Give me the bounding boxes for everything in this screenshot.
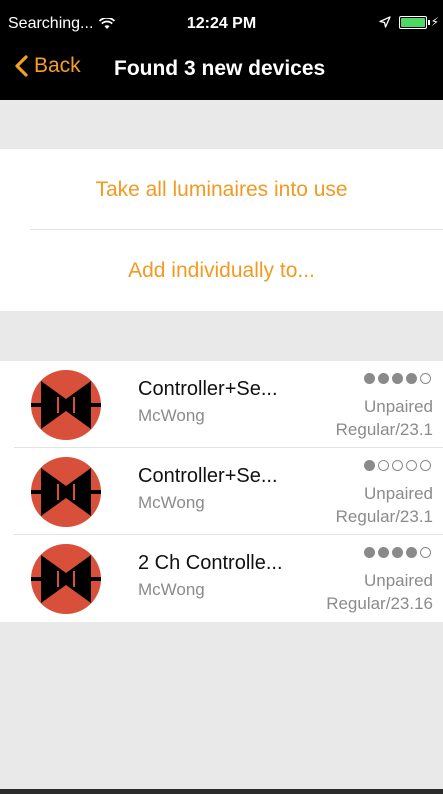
chevron-left-icon [15,55,28,77]
signal-dot-empty [420,460,431,471]
page-title: Found 3 new devices [114,57,326,80]
back-button[interactable]: Back [14,54,81,78]
empty-background [0,622,443,794]
signal-strength-indicator [364,373,431,384]
add-individually-button[interactable]: Add individually to... [0,230,443,311]
status-bar: Searching... 12:24 PM ⚡ [0,0,443,40]
signal-dot-filled [378,547,389,558]
back-label: Back [34,54,81,77]
signal-dot-filled [364,547,375,558]
signal-dot-filled [392,547,403,558]
device-owner: McWong [138,406,205,425]
signal-dot-empty [392,460,403,471]
status-right-icons: ⚡ [378,15,439,29]
device-controller-icon [31,457,101,527]
device-name: Controller+Se... [138,378,278,400]
signal-strength-indicator [364,460,431,471]
signal-dot-empty [420,373,431,384]
take-all-into-use-button[interactable]: Take all luminaires into use [0,149,443,230]
charging-bolt-icon: ⚡ [430,15,439,29]
device-owner: McWong [138,493,205,512]
device-status: Unpaired [364,571,433,590]
battery-icon [398,15,427,29]
device-name: Controller+Se... [138,465,278,487]
device-owner: McWong [138,580,205,599]
device-list: Controller+Se... McWong Unpaired Regular… [0,361,443,622]
device-status: Unpaired [364,484,433,503]
device-type: Regular/23.1 [335,420,433,439]
bottom-edge [0,789,443,794]
device-name: 2 Ch Controlle... [138,552,283,574]
device-controller-icon [31,370,101,440]
location-arrow-icon [378,16,391,28]
signal-dot-filled [392,373,403,384]
section-spacer [0,100,443,149]
section-spacer [0,311,443,361]
signal-dot-empty [378,460,389,471]
battery-tip-icon [427,19,430,25]
signal-dot-filled [378,373,389,384]
device-row[interactable]: Controller+Se... McWong Unpaired Regular… [0,448,443,535]
signal-dot-filled [364,460,375,471]
navigation-bar: Back Found 3 new devices [0,40,443,100]
device-row[interactable]: Controller+Se... McWong Unpaired Regular… [0,361,443,448]
signal-dot-filled [406,373,417,384]
device-controller-icon [31,544,101,614]
signal-dot-empty [420,547,431,558]
status-time: 12:24 PM [186,15,257,32]
device-status: Unpaired [364,397,433,416]
signal-dot-filled [364,373,375,384]
signal-dot-filled [406,547,417,558]
device-type: Regular/23.16 [326,594,433,613]
device-type: Regular/23.1 [335,507,433,526]
signal-dot-empty [406,460,417,471]
action-group: Take all luminaires into use Add individ… [0,149,443,311]
signal-strength-indicator [364,547,431,558]
device-row[interactable]: 2 Ch Controlle... McWong Unpaired Regula… [0,535,443,622]
